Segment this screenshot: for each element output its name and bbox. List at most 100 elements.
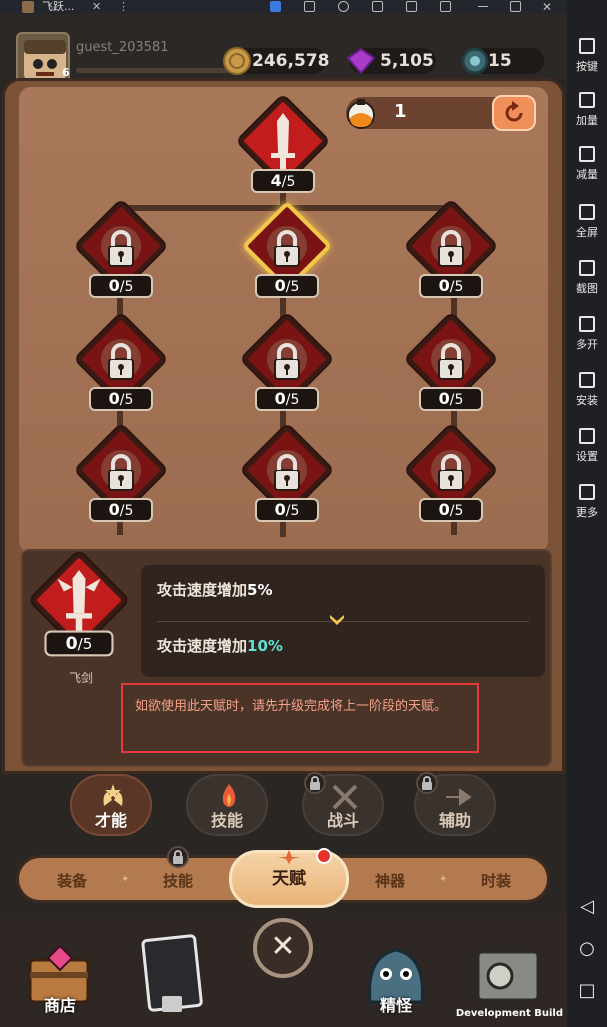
selected-talent-level: 0/5 [44,630,114,657]
talent-level-badge: 4/5 [251,169,315,193]
nav-locked-card[interactable] [136,932,216,1022]
tab-talent[interactable]: 才能 [70,774,152,836]
cat-separator: ✦ [439,874,448,885]
new-tab-icon[interactable]: ⋮ [118,0,129,13]
reset-button[interactable] [492,95,536,131]
nav-monster[interactable]: 精怪 [356,932,436,1022]
account-icon[interactable] [338,1,349,12]
cat-skills[interactable]: 技能 [163,870,193,891]
back-icon[interactable]: ◁ [567,896,607,917]
menu-icon[interactable] [406,1,417,12]
cat-lock-bubble [167,846,189,868]
gear-token-icon [461,47,489,75]
cat-equipment[interactable]: 装备 [57,870,87,891]
cat-costume[interactable]: 时装 [481,870,511,891]
gold-counter: 246,578 [223,47,329,75]
card-icon [141,934,203,1012]
nav-shop-label: 商店 [43,996,76,1015]
sidebar-volume-down[interactable]: 减量 [567,146,607,182]
sidebar-label: 加量 [576,114,598,127]
talent-node[interactable]: 0/5 [71,313,171,419]
nav-shop[interactable]: 商店 [20,932,100,1022]
talent-level-badge: 0/5 [89,274,153,298]
game-viewport: 飞跃... ✕ ⋮ ✕ 6 guest_203581 246,578 5,105… [0,0,567,1027]
talent-level-badge: 0/5 [255,274,319,298]
volume-down-icon [579,146,595,162]
selected-talent-name: 飞剑 [69,671,94,685]
tab-lock [304,772,326,794]
potion-count: 1 [394,101,407,122]
more-icon [579,484,595,500]
sidebar-label: 减量 [576,168,598,181]
talent-node[interactable]: 0/5 [237,313,337,419]
sidebar-label: 截图 [576,282,598,295]
upgrade-warning: 如欲使用此天赋时，请先升级完成将上一阶段的天赋。 [121,683,479,753]
talent-level-badge: 0/5 [255,498,319,522]
tab-support[interactable]: 辅助 [414,772,496,836]
gem-counter: 5,105 [346,47,436,75]
sidebar-install-apk[interactable]: 安装 [567,372,607,408]
gem-icon [346,47,376,75]
talent-node-root[interactable]: 4/5 [233,95,333,201]
cat-separator: ✦ [121,874,130,885]
talent-node[interactable]: 0/5 [401,200,501,306]
boost-icon[interactable] [270,1,281,12]
maximize-icon[interactable] [510,1,521,12]
screenshot-icon [579,260,595,276]
selected-talent-icon: 0/5 [25,551,133,665]
sidebar-label: 设置 [576,450,598,463]
tab-close-icon[interactable]: ✕ [92,0,101,13]
nav-monster-label: 精怪 [379,996,412,1015]
talent-level-badge: 0/5 [89,498,153,522]
sidebar-fullscreen[interactable]: 全屏 [567,204,607,240]
tab-combat[interactable]: 战斗 [302,772,384,836]
talent-level-badge: 0/5 [419,498,483,522]
talent-node[interactable]: 0/5 [71,424,171,530]
player-name: guest_203581 [76,40,169,55]
home-icon[interactable]: ○ [567,938,607,959]
close-button[interactable]: ✕ [253,918,313,978]
settings-icon [579,428,595,444]
talent-level-badge: 0/5 [419,387,483,411]
sidebar-multi-instance[interactable]: 多开 [567,316,607,352]
minimize-icon[interactable] [478,6,488,7]
talent-node[interactable]: 0/5 [237,200,337,306]
tab-skill[interactable]: 技能 [186,774,268,836]
talent-level-badge: 0/5 [255,387,319,411]
talent-node[interactable]: 0/5 [71,200,171,306]
gem-value: 5,105 [380,51,434,71]
talent-node[interactable]: 0/5 [401,424,501,530]
sidebar-label: 安装 [576,394,598,407]
sidebar-label: 按键 [576,60,598,73]
fullscreen-icon[interactable] [372,1,383,12]
potion-counter: 1 [346,95,536,131]
app-icon [22,1,34,13]
talent-type-tabs: 才能 技能 战斗 辅助 [0,772,567,840]
sidebar-more[interactable]: 更多 [567,484,607,520]
cat-artifact[interactable]: 神器 [375,870,405,891]
recents-icon[interactable]: □ [567,980,607,1001]
keymap-icon [579,38,595,54]
star-icon[interactable] [304,1,315,12]
active-tab-ornament-icon [278,850,300,864]
sidebar-volume-up[interactable]: 加量 [567,92,607,128]
sidebar-label: 更多 [576,506,598,519]
sidebar-screenshot[interactable]: 截图 [567,260,607,296]
notification-dot [316,848,332,864]
pin-icon[interactable] [440,1,451,12]
sidebar-settings[interactable]: 设置 [567,428,607,464]
talent-level-badge: 0/5 [89,387,153,411]
tab-lock [416,772,438,794]
sidebar-keymap[interactable]: 按键 [567,38,607,74]
talent-level-badge: 0/5 [419,274,483,298]
talent-detail: 0/5 飞剑 攻击速度增加5% 攻击速度增加10% 如欲使用此天赋时，请先升级完… [21,549,552,767]
potion-icon [347,99,375,129]
install-apk-icon [579,372,595,388]
talent-node[interactable]: 0/5 [401,313,501,419]
talent-node[interactable]: 0/5 [237,424,337,530]
close-window-icon[interactable]: ✕ [542,0,552,14]
tab-label: 技能 [210,811,243,830]
emulator-sidebar: 按键加量减量全屏截图多开安装设置更多 ◁ ○ □ [567,0,607,1027]
tab-label: 才能 [94,811,127,830]
sidebar-label: 多开 [576,338,598,351]
